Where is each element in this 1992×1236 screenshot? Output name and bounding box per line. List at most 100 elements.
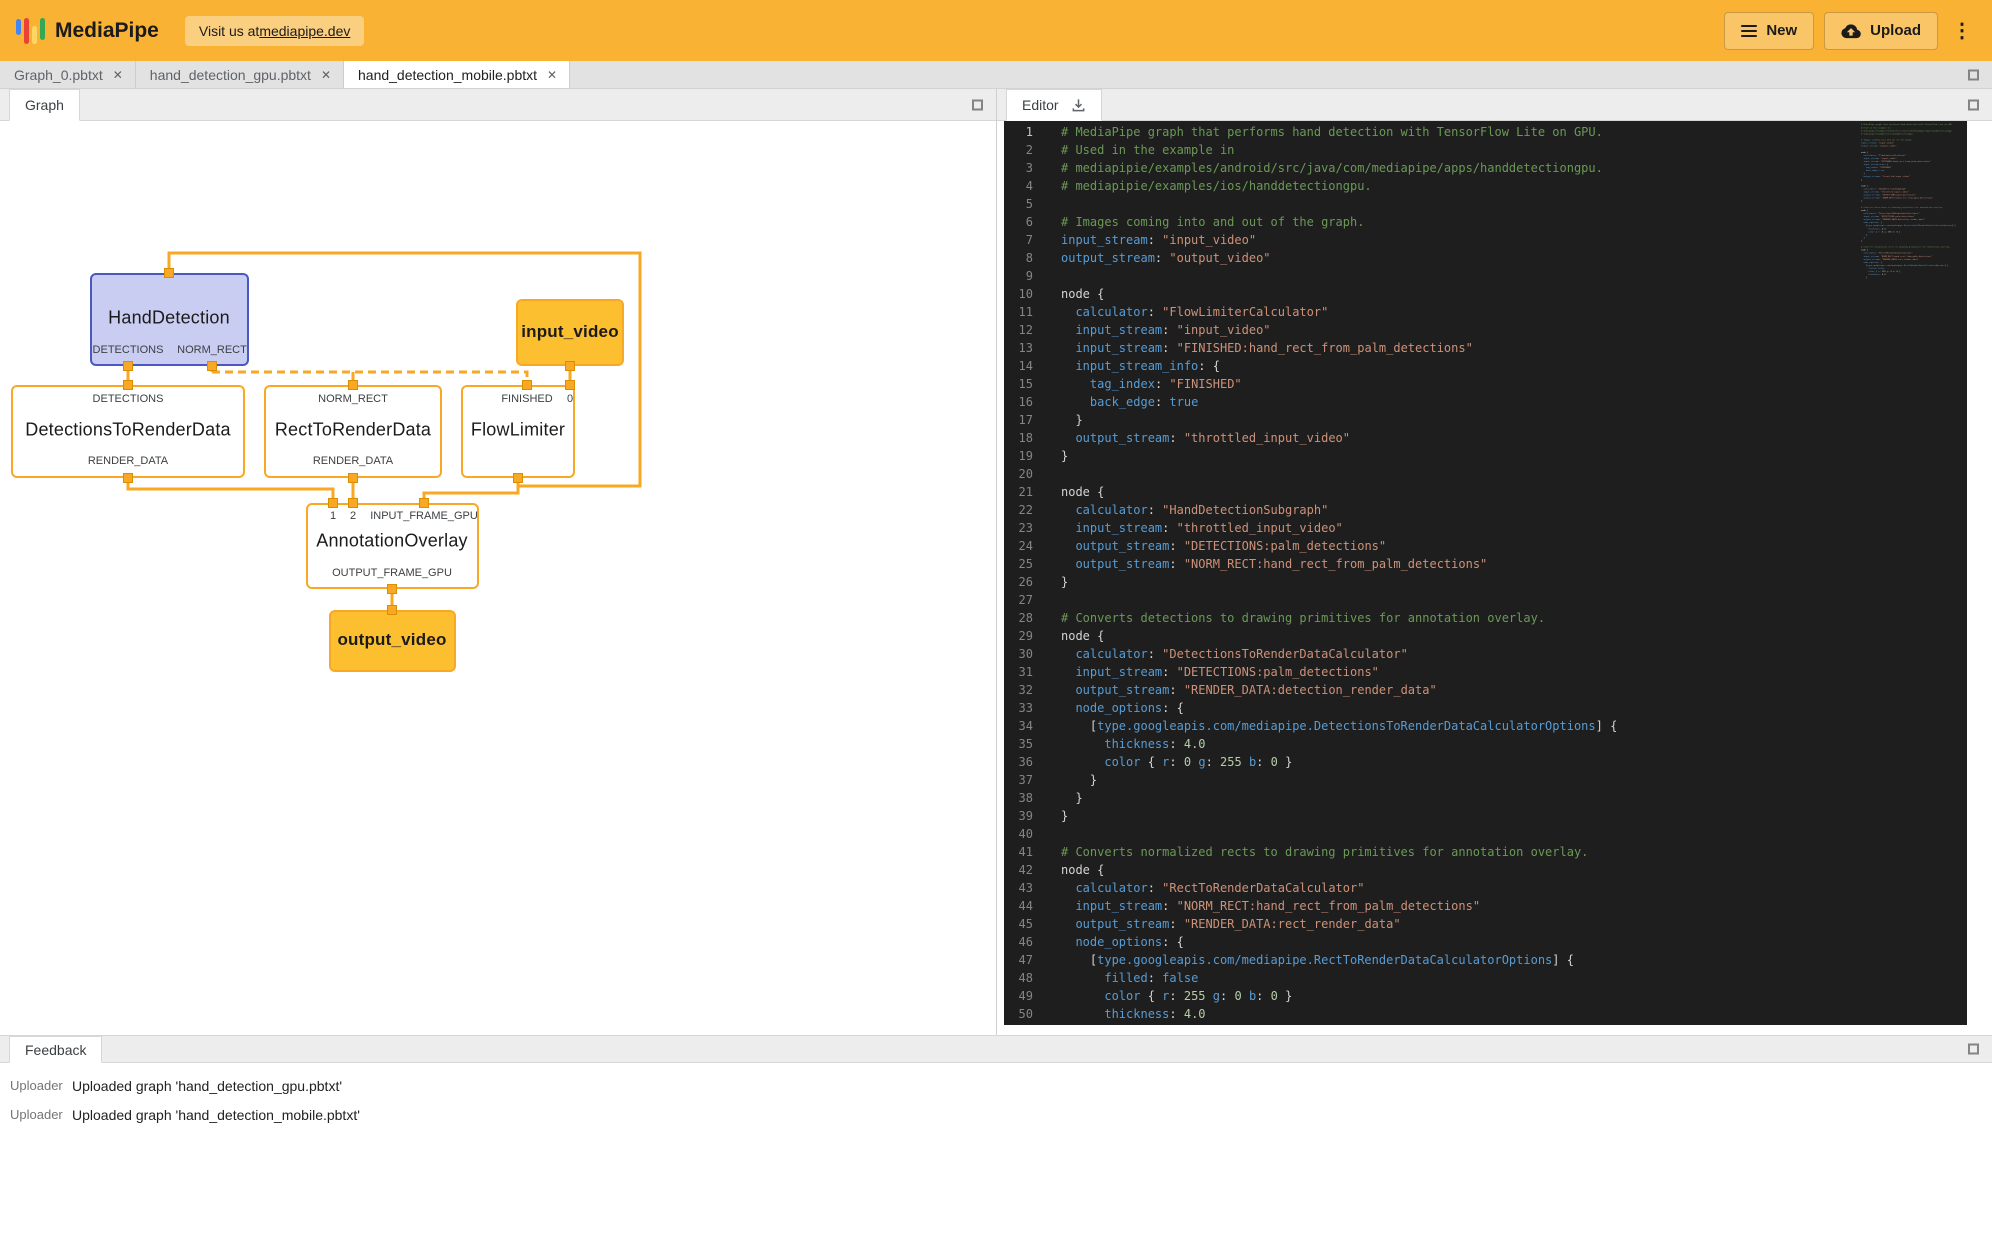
expand-icon[interactable] [1968, 99, 1979, 110]
code-line: 38 } [1004, 789, 1967, 807]
new-button-label: New [1766, 22, 1797, 39]
expand-icon[interactable] [972, 99, 983, 110]
line-number: 37 [1004, 771, 1033, 789]
code-line: 36 color { r: 0 g: 255 b: 0 } [1004, 753, 1967, 771]
header-actions: New Upload ⋮ [1724, 12, 1976, 50]
tab-feedback[interactable]: Feedback [9, 1036, 102, 1063]
line-number: 22 [1004, 501, 1033, 519]
code-line: 48 filled: false [1004, 969, 1967, 987]
line-number: 25 [1004, 555, 1033, 573]
new-button[interactable]: New [1724, 12, 1814, 50]
code-line: 13 input_stream: "FINISHED:hand_rect_fro… [1004, 339, 1967, 357]
hamburger-icon [1741, 25, 1757, 37]
line-number: 39 [1004, 807, 1033, 825]
close-tab-icon[interactable]: ✕ [113, 68, 123, 82]
tab-graph[interactable]: Graph [9, 89, 80, 121]
graph-node-title: FlowLimiter [471, 420, 565, 441]
line-number: 49 [1004, 987, 1033, 1005]
code-line: 10node { [1004, 285, 1967, 303]
graph-port-label: 0 [567, 393, 573, 405]
line-number: 38 [1004, 789, 1033, 807]
line-number: 10 [1004, 285, 1033, 303]
file-tab-hand_detection_gpu.pbtxt[interactable]: hand_detection_gpu.pbtxt ✕ [136, 61, 344, 88]
line-number: 19 [1004, 447, 1033, 465]
code-line: 31 input_stream: "DETECTIONS:palm_detect… [1004, 663, 1967, 681]
line-number: 3 [1004, 159, 1033, 177]
feedback-source: Uploader [10, 1078, 72, 1093]
graph-port-label: NORM_RECT [177, 344, 247, 356]
graph-edge [128, 478, 333, 504]
expand-icon[interactable] [1968, 1044, 1979, 1055]
editor-panel-bar: Editor [997, 89, 1992, 121]
code-line: 5 [1004, 195, 1967, 213]
graph-port-label: RENDER_DATA [88, 455, 168, 467]
line-number: 35 [1004, 735, 1033, 753]
code-line: 45 output_stream: "RENDER_DATA:rect_rend… [1004, 915, 1967, 933]
visit-link-chip[interactable]: Visit us at mediapipe.dev [185, 16, 365, 46]
graph-node-title: input_video [521, 322, 619, 342]
feedback-panel: Feedback UploaderUploaded graph 'hand_de… [0, 1035, 1992, 1236]
editor-panel: Editor 1 # MediaPipe graph that performs … [997, 89, 1992, 1035]
cloud-upload-icon [1841, 23, 1861, 39]
line-number: 44 [1004, 897, 1033, 915]
code-line: 3# mediapipie/examples/android/src/java/… [1004, 159, 1967, 177]
file-tab-Graph_0.pbtxt[interactable]: Graph_0.pbtxt✕ [0, 61, 136, 88]
code-line: 32 output_stream: "RENDER_DATA:detection… [1004, 681, 1967, 699]
code-line: 23 input_stream: "throttled_input_video" [1004, 519, 1967, 537]
graph-port-label: NORM_RECT [318, 393, 388, 405]
feedback-message: Uploaded graph 'hand_detection_mobile.pb… [72, 1107, 360, 1123]
graph-port-label: 1 [330, 510, 336, 522]
line-number: 45 [1004, 915, 1033, 933]
line-number: 29 [1004, 627, 1033, 645]
close-tab-icon[interactable]: ✕ [321, 68, 331, 82]
line-number: 32 [1004, 681, 1033, 699]
kebab-menu-icon[interactable]: ⋮ [1948, 21, 1976, 41]
visit-prefix-text: Visit us at [199, 23, 259, 39]
download-graph-icon[interactable] [1071, 98, 1086, 113]
code-line: 40 [1004, 825, 1967, 843]
close-tab-icon[interactable]: ✕ [547, 68, 557, 82]
graph-panel-bar: Graph [0, 89, 996, 121]
file-tab-hand_detection_mobile.pbtxt[interactable]: hand_detection_mobile.pbtxt✕ [344, 61, 570, 88]
feedback-entry: UploaderUploaded graph 'hand_detection_m… [10, 1100, 1992, 1129]
code-line: 7input_stream: "input_video" [1004, 231, 1967, 249]
upload-button[interactable]: Upload [1824, 12, 1938, 50]
graph-node-title: RectToRenderData [275, 420, 431, 441]
graph-port-label: OUTPUT_FRAME_GPU [332, 567, 452, 579]
line-number: 1 [1004, 123, 1033, 141]
code-editor[interactable]: 1 # MediaPipe graph that performs hand de… [1004, 121, 1967, 1025]
line-number: 40 [1004, 825, 1033, 843]
expand-icon[interactable] [1968, 69, 1979, 80]
code-line: 4# mediapipie/examples/ios/handdetection… [1004, 177, 1967, 195]
graph-node-title: DetectionsToRenderData [25, 420, 231, 441]
feedback-message: Uploaded graph 'hand_detection_gpu.pbtxt… [72, 1078, 342, 1094]
tab-editor[interactable]: Editor [1006, 89, 1102, 121]
line-number: 50 [1004, 1005, 1033, 1023]
file-tab-label: hand_detection_gpu.pbtxt [150, 67, 311, 83]
line-number: 14 [1004, 357, 1033, 375]
line-number: 20 [1004, 465, 1033, 483]
code-line: 34 [type.googleapis.com/mediapipe.Detect… [1004, 717, 1967, 735]
code-line: 42node { [1004, 861, 1967, 879]
line-number: 11 [1004, 303, 1033, 321]
code-line: 20 [1004, 465, 1967, 483]
upload-button-label: Upload [1870, 22, 1921, 39]
feedback-panel-bar: Feedback [0, 1035, 1992, 1063]
line-number: 26 [1004, 573, 1033, 591]
code-line: 44 input_stream: "NORM_RECT:hand_rect_fr… [1004, 897, 1967, 915]
graph-canvas[interactable]: HandDetectioninput_videoDetectionsToRend… [0, 121, 996, 1025]
code-line: 14 input_stream_info: { [1004, 357, 1967, 375]
line-number: 46 [1004, 933, 1033, 951]
line-number: 47 [1004, 951, 1033, 969]
editor-minimap[interactable]: # MediaPipe graph that performs hand det… [1861, 123, 1961, 1021]
graph-port-label: RENDER_DATA [313, 455, 393, 467]
code-lines: 1 # MediaPipe graph that performs hand de… [1004, 121, 1967, 1025]
graph-node-title: output_video [337, 630, 446, 650]
code-line: 21node { [1004, 483, 1967, 501]
code-line: 37 } [1004, 771, 1967, 789]
mediapipe-dev-link[interactable]: mediapipe.dev [259, 23, 350, 39]
line-number: 7 [1004, 231, 1033, 249]
line-number: 31 [1004, 663, 1033, 681]
code-line: 19} [1004, 447, 1967, 465]
code-line: 17 } [1004, 411, 1967, 429]
